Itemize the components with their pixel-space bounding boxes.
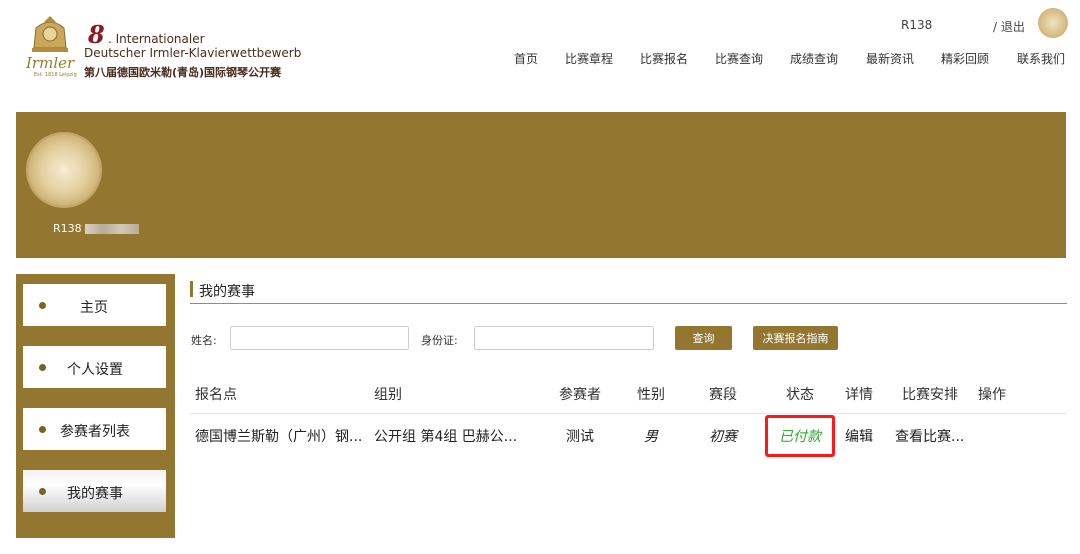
profile-avatar[interactable]: [28, 134, 100, 206]
banner-user-id: R138: [53, 222, 82, 235]
bullet-icon: [39, 426, 46, 433]
id-input[interactable]: [474, 326, 654, 350]
logout-link[interactable]: / 退出: [993, 18, 1025, 35]
cell-group: 公开组 第4组 巴赫公...: [374, 429, 518, 445]
sidebar-item-home[interactable]: 主页: [23, 284, 166, 326]
bullet-icon: [39, 488, 46, 495]
query-button[interactable]: 查询: [675, 326, 732, 350]
section-divider: [190, 303, 1067, 304]
logo-number: 8: [88, 20, 105, 49]
cell-gender: 男: [644, 429, 658, 445]
redacted-text: [85, 224, 139, 234]
col-gender: 性别: [637, 387, 665, 403]
final-guide-button[interactable]: 决赛报名指南: [753, 326, 838, 350]
col-schedule: 比赛安排: [902, 387, 958, 403]
col-participant: 参赛者: [559, 387, 601, 403]
sidebar-item-label: 参赛者列表: [60, 424, 130, 440]
nav-home[interactable]: 首页: [514, 50, 538, 67]
name-label: 姓名:: [191, 334, 217, 347]
site-logo[interactable]: Irmler Est. 1818 Leipzig 8 . Internation…: [24, 14, 324, 84]
col-site: 报名点: [195, 387, 237, 403]
sidebar-item-label: 主页: [80, 300, 108, 316]
nav-contact[interactable]: 联系我们: [1017, 50, 1065, 67]
view-schedule-link[interactable]: 查看比赛...: [895, 426, 964, 446]
table-divider: [190, 413, 1067, 414]
logo-est-text: Est. 1818 Leipzig: [34, 72, 77, 78]
name-input[interactable]: [230, 326, 409, 350]
sidebar: 主页 个人设置 参赛者列表 我的赛事: [16, 274, 175, 538]
profile-banner: R138: [16, 112, 1066, 258]
sidebar-item-participants[interactable]: 参赛者列表: [23, 408, 166, 450]
section-title: 我的赛事: [199, 284, 255, 300]
logo-line3: 第八届德国欧米勒(青岛)国际钢琴公开赛: [84, 66, 282, 79]
col-group: 组别: [374, 387, 402, 403]
section-title-bar: [190, 281, 193, 297]
nav-news[interactable]: 最新资讯: [866, 50, 914, 67]
status-badge: 已付款: [779, 429, 821, 445]
main-nav: 首页 比赛章程 比赛报名 比赛查询 成绩查询 最新资讯 精彩回顾 联系我们: [0, 50, 1080, 66]
nav-competition-query[interactable]: 比赛查询: [715, 50, 763, 67]
sidebar-item-label: 我的赛事: [67, 486, 123, 502]
crest-icon: [32, 16, 68, 52]
col-action: 操作: [978, 387, 1006, 403]
sidebar-item-label: 个人设置: [67, 362, 123, 378]
nav-registration[interactable]: 比赛报名: [640, 50, 688, 67]
edit-link[interactable]: 编辑: [845, 426, 873, 446]
sidebar-item-settings[interactable]: 个人设置: [23, 346, 166, 388]
nav-results-query[interactable]: 成绩查询: [790, 50, 838, 67]
col-stage: 赛段: [709, 387, 737, 403]
bullet-icon: [39, 364, 46, 371]
id-label: 身份证:: [421, 334, 458, 347]
sidebar-item-my-competitions[interactable]: 我的赛事: [23, 470, 166, 512]
col-detail: 详情: [845, 387, 873, 403]
nav-highlights[interactable]: 精彩回顾: [941, 50, 989, 67]
col-status: 状态: [786, 387, 814, 403]
cell-site: 德国博兰斯勒（广州）钢...: [195, 429, 363, 445]
nav-rules[interactable]: 比赛章程: [565, 50, 613, 67]
header-avatar[interactable]: [1038, 8, 1068, 38]
cell-participant: 测试: [566, 429, 594, 445]
bullet-icon: [39, 302, 46, 309]
cell-stage: 初赛: [709, 429, 737, 445]
logo-line1: . Internationaler: [108, 32, 205, 46]
header-user-id: R138: [901, 18, 933, 32]
